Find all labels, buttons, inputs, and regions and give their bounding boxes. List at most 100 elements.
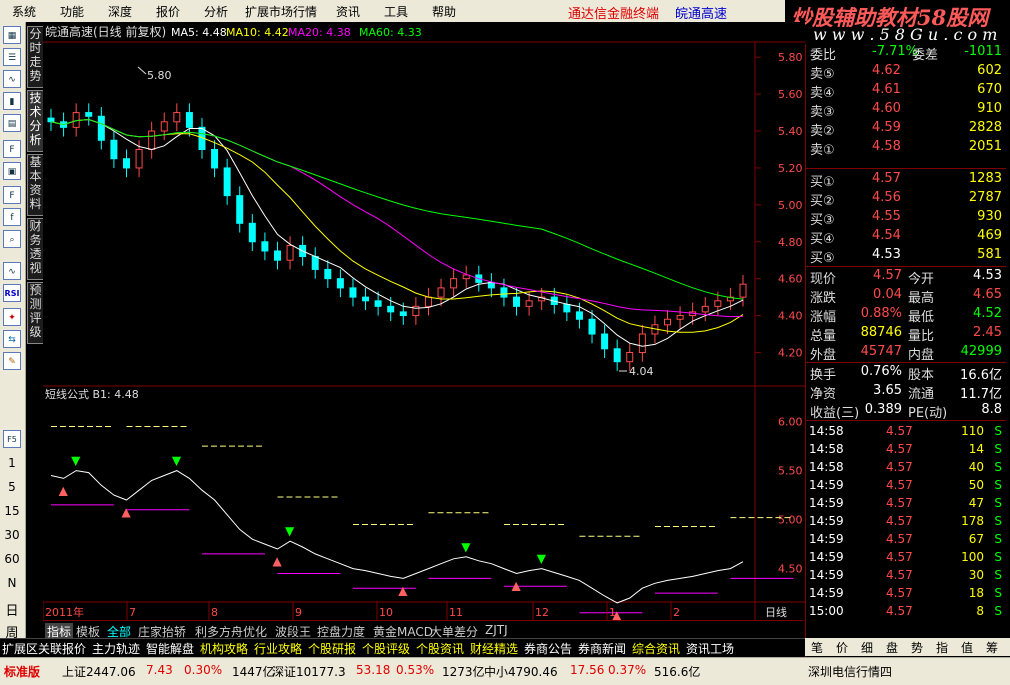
trend-icon[interactable]: ∿ — [3, 70, 21, 88]
candle-body — [97, 115, 105, 141]
sz-percent: 0.53% — [396, 663, 435, 677]
rsi-icon[interactable]: RSI — [3, 284, 21, 302]
quote-tab[interactable]: 筹 — [986, 639, 998, 656]
tick-row: 15:00 4.57 8 S — [809, 604, 1002, 618]
kline-chart[interactable]: 皖通高速(日线 前复权) MA5: 4.48 MA10: 4.42 MA20: … — [42, 22, 805, 622]
info-tab[interactable]: 财经精选 — [470, 640, 518, 657]
info-tab[interactable]: 主力轨迹 — [92, 640, 140, 657]
buy-level-row[interactable]: 买⑤ 4.53 581 — [806, 247, 1006, 266]
info-tab[interactable]: 机构攻略 — [200, 640, 248, 657]
menu-depth[interactable]: 深度 — [108, 3, 132, 20]
tab-zjtj[interactable]: ZJTJ — [485, 623, 508, 637]
info-tab[interactable]: 综合资讯 — [632, 640, 680, 657]
sell-signal-arrow-icon: ▼ — [285, 524, 295, 538]
menu-quote[interactable]: 报价 — [156, 3, 180, 20]
low-price-label: 4.04 — [629, 365, 654, 378]
pen-icon[interactable]: ✎ — [3, 352, 21, 370]
period-60min[interactable]: 60 — [0, 552, 24, 566]
menu-tools[interactable]: 工具 — [384, 3, 408, 20]
quote-tab[interactable]: 笔 — [811, 639, 823, 656]
search-icon[interactable]: ⌕ — [3, 230, 21, 248]
sell-signal-arrow-icon: ▼ — [71, 454, 81, 468]
info-toolbar: 扩展区 关联报价 主力轨迹 智能解盘 机构攻略 行业攻略 个股研报 个股评级 个股资讯 财经精选券… — [0, 638, 805, 657]
price-axis-label: 4.80 — [778, 236, 803, 249]
quote-stat-row: 现价 4.57 今开 4.53 — [810, 268, 1002, 287]
sz-change: 53.18 — [356, 663, 391, 677]
f10-icon[interactable]: F — [3, 140, 21, 158]
sell-signal-arrow-icon: ▼ — [537, 552, 547, 566]
grid-icon[interactable]: ▤ — [3, 114, 21, 132]
period-day[interactable]: 日 — [0, 600, 24, 619]
zx-index[interactable]: 中小4790.46 — [484, 663, 558, 680]
info-tab[interactable]: 个股资讯 — [416, 640, 464, 657]
bull-icon[interactable]: ✦ — [3, 308, 21, 326]
info-tab[interactable]: 个股研报 — [308, 640, 356, 657]
menu-system[interactable]: 系统 — [12, 3, 36, 20]
sz-index[interactable]: 深证10177.3 — [272, 663, 346, 680]
sell-level-row[interactable]: 卖③ 4.60 910 — [806, 101, 1006, 120]
vtab-rating[interactable]: 预测评级 — [27, 282, 44, 344]
vtab-financials[interactable]: 财务透视 — [27, 218, 44, 280]
period-30min[interactable]: 30 — [0, 528, 24, 542]
list-icon[interactable]: ☰ — [3, 48, 21, 66]
sell-level-row[interactable]: 卖④ 4.61 670 — [806, 82, 1006, 101]
sub-axis-label: 5.00 — [778, 514, 803, 527]
server-name[interactable]: 深圳电信行情四 — [808, 663, 892, 680]
quote-tab[interactable]: 盘 — [886, 639, 898, 656]
menu-analysis[interactable]: 分析 — [204, 3, 228, 20]
info-tab[interactable]: 关联报价 — [38, 640, 86, 657]
sell-level-row[interactable]: 卖① 4.58 2051 — [806, 139, 1006, 158]
quote-tab[interactable]: 价 — [836, 639, 848, 656]
period-5min[interactable]: 5 — [0, 480, 24, 494]
watermark-url: w w w . 5 8 G u . c o m — [813, 25, 998, 44]
price-axis-label: 5.80 — [778, 51, 803, 64]
chart-icon[interactable]: ▦ — [3, 26, 21, 44]
buy-level-row[interactable]: 买① 4.57 1283 — [806, 171, 1006, 190]
info-tab[interactable]: 个股评级 — [362, 640, 410, 657]
indicator-tabs: 指标 模板 全部 庄家抬轿 利多方舟优化 波段王 控盘力度 黄金MACD 大单差… — [43, 620, 803, 640]
info-tab[interactable]: 扩展区 — [2, 640, 38, 657]
sh-index[interactable]: 上证2447.06 — [62, 663, 136, 680]
calc-icon[interactable]: ▣ — [3, 162, 21, 180]
buy-level-row[interactable]: 买③ 4.55 930 — [806, 209, 1006, 228]
info-tab[interactable]: 智能解盘 — [146, 640, 194, 657]
f2-icon[interactable]: F — [3, 186, 21, 204]
quote-tab[interactable]: 势 — [911, 639, 923, 656]
main-chart-area[interactable]: 皖通高速(日线 前复权) MA5: 4.48 MA10: 4.42 MA20: … — [42, 22, 805, 658]
period-n[interactable]: N — [0, 576, 24, 590]
period-1min[interactable]: 1 — [0, 456, 24, 470]
quote-tab[interactable]: 值 — [961, 639, 973, 656]
candle-body — [85, 112, 93, 117]
buy-level-row[interactable]: 买② 4.56 2787 — [806, 190, 1006, 209]
tick-row: 14:59 4.57 30 S — [809, 568, 1002, 582]
sh-percent: 0.30% — [184, 663, 223, 677]
candle-body — [676, 315, 684, 320]
info-tab[interactable]: 资讯工场 — [686, 640, 734, 657]
quote-stat-row: 总量 88746 量比 2.45 — [810, 325, 1002, 344]
price-axis-label: 5.20 — [778, 162, 803, 175]
info-tab[interactable]: 券商公告 — [524, 640, 572, 657]
buy-level-row[interactable]: 买④ 4.54 469 — [806, 228, 1006, 247]
price-axis-label: 4.40 — [778, 310, 803, 323]
arrows-icon[interactable]: ⇆ — [3, 330, 21, 348]
quote-tab[interactable]: 细 — [861, 639, 873, 656]
menu-news[interactable]: 资讯 — [336, 3, 360, 20]
rsi-chart-icon[interactable]: ∿ — [3, 262, 21, 280]
info-tab[interactable]: 行业攻略 — [254, 640, 302, 657]
menu-help[interactable]: 帮助 — [432, 3, 456, 20]
sell-level-row[interactable]: 卖② 4.59 2828 — [806, 120, 1006, 139]
menu-extended-market[interactable]: 扩展市场行情 — [245, 3, 317, 20]
tick-row: 14:59 4.57 18 S — [809, 586, 1002, 600]
bars-icon[interactable]: ▮ — [3, 92, 21, 110]
menu-function[interactable]: 功能 — [60, 3, 84, 20]
vtab-technical[interactable]: 技术分析 — [27, 90, 44, 152]
f0-icon[interactable]: f — [3, 208, 21, 226]
f5-icon[interactable]: F5 — [3, 430, 21, 448]
vtab-fundamentals[interactable]: 基本资料 — [27, 154, 44, 216]
info-tab[interactable]: 券商新闻 — [578, 640, 626, 657]
quote-tab[interactable]: 指 — [936, 639, 948, 656]
month-label: 11 — [449, 606, 463, 619]
vtab-intraday[interactable]: 分时走势 — [27, 26, 44, 88]
period-15min[interactable]: 15 — [0, 504, 24, 518]
sell-level-row[interactable]: 卖⑤ 4.62 602 — [806, 63, 1006, 82]
